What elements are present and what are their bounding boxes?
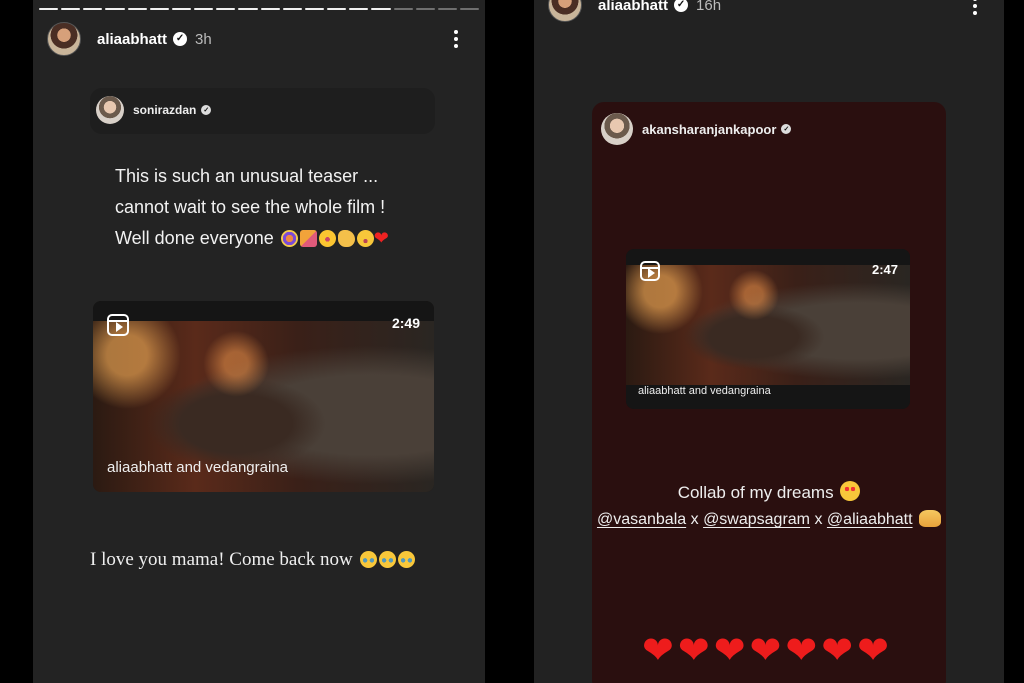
verified-badge-icon: ✓ bbox=[173, 32, 188, 46]
shared-post-author[interactable]: akansharanjankapoor bbox=[642, 122, 776, 137]
reel-label: aliaabhatt and vedangraina bbox=[107, 459, 288, 476]
verified-badge-icon: ✓ bbox=[201, 105, 212, 115]
caption-line: cannot wait to see the whole film ! bbox=[115, 197, 386, 217]
red-heart-icon: ❤ bbox=[642, 630, 674, 672]
shared-post-header: akansharanjankapoor ✓ bbox=[601, 113, 792, 145]
mention-link[interactable]: @aliaabhatt bbox=[827, 511, 913, 528]
red-heart-icon: ❤ bbox=[373, 228, 389, 248]
story-time: 3h bbox=[195, 30, 212, 48]
verified-badge-icon: ✓ bbox=[781, 124, 792, 134]
loudly-crying-face-icon bbox=[397, 551, 415, 568]
reels-icon bbox=[640, 261, 660, 281]
red-heart-icon: ❤ bbox=[713, 630, 746, 672]
partying-face-icon bbox=[356, 230, 374, 247]
reel-top-bar bbox=[626, 249, 910, 265]
reel-label: aliaabhatt and vedangraina bbox=[638, 385, 771, 397]
mentions-line: @vasanbala x @swapsagram x @aliaabhatt bbox=[534, 510, 1004, 529]
red-heart-icon: ❤ bbox=[749, 630, 782, 672]
shared-post-avatar[interactable] bbox=[96, 96, 124, 124]
caption-line: This is such an unusual teaser ... bbox=[115, 166, 379, 186]
avatar[interactable] bbox=[548, 0, 582, 22]
shared-post-avatar[interactable] bbox=[601, 113, 633, 145]
more-options-icon[interactable] bbox=[454, 30, 458, 48]
reel-duration: 2:47 bbox=[871, 262, 898, 277]
heart-eyes-icon bbox=[840, 481, 861, 501]
shared-post-header: sonirazdan ✓ bbox=[96, 96, 212, 124]
mention-link[interactable]: @vasanbala bbox=[597, 511, 686, 528]
story-text: I love you mama! Come back now bbox=[90, 549, 415, 571]
reel-preview[interactable]: 2:49 aliaabhatt and vedangraina bbox=[93, 301, 434, 492]
shared-post-author[interactable]: sonirazdan bbox=[133, 103, 196, 117]
story-author-name[interactable]: aliaabhatt bbox=[598, 0, 668, 14]
reels-icon bbox=[107, 314, 129, 336]
red-heart-icon: ❤ bbox=[785, 630, 818, 672]
reel-top-bar bbox=[93, 301, 434, 321]
story-header: aliaabhatt ✓ 3h bbox=[47, 22, 212, 56]
red-heart-icon: ❤ bbox=[677, 630, 710, 672]
confetti-ball-icon bbox=[280, 230, 298, 247]
collab-text: Collab of my dreams bbox=[534, 481, 1004, 503]
loudly-crying-face-icon bbox=[359, 551, 377, 568]
clapping-hands-icon bbox=[337, 230, 355, 247]
story-text-content: I love you mama! Come back now bbox=[90, 549, 353, 570]
reel-thumbnail bbox=[626, 265, 910, 385]
loudly-crying-face-icon bbox=[378, 551, 396, 568]
mention-link[interactable]: @swapsagram bbox=[703, 511, 810, 528]
red-heart-icon: ❤ bbox=[821, 630, 854, 672]
mention-separator: x bbox=[690, 511, 699, 528]
collab-text-content: Collab of my dreams bbox=[677, 483, 834, 502]
more-options-icon[interactable] bbox=[973, 0, 977, 15]
story-progress-bar bbox=[39, 8, 480, 10]
story-author-name[interactable]: aliaabhatt bbox=[97, 31, 167, 48]
avatar[interactable] bbox=[47, 22, 81, 56]
red-heart-icon: ❤ bbox=[857, 630, 889, 672]
reel-duration: 2:49 bbox=[391, 315, 420, 331]
star-struck-icon bbox=[318, 230, 336, 247]
caption-line: Well done everyone bbox=[115, 228, 274, 248]
story-header: aliaabhatt ✓ 16h bbox=[548, 0, 721, 22]
story-time: 16h bbox=[696, 0, 722, 14]
verified-badge-icon: ✓ bbox=[674, 0, 689, 12]
shared-post-caption: This is such an unusual teaser ... canno… bbox=[115, 161, 389, 254]
hearts-row: ❤ ❤ ❤ ❤ ❤ ❤ ❤ bbox=[642, 632, 889, 670]
raising-hands-icon bbox=[919, 510, 942, 527]
reel-preview[interactable]: 2:47 aliaabhatt and vedangraina bbox=[626, 249, 910, 409]
party-popper-icon bbox=[299, 230, 317, 247]
mention-separator: x bbox=[814, 511, 823, 528]
left-story-panel: aliaabhatt ✓ 3h sonirazdan ✓ This is suc… bbox=[33, 0, 485, 683]
right-story-panel: aliaabhatt ✓ 16h akansharanjankapoor ✓ 2… bbox=[534, 0, 1004, 683]
